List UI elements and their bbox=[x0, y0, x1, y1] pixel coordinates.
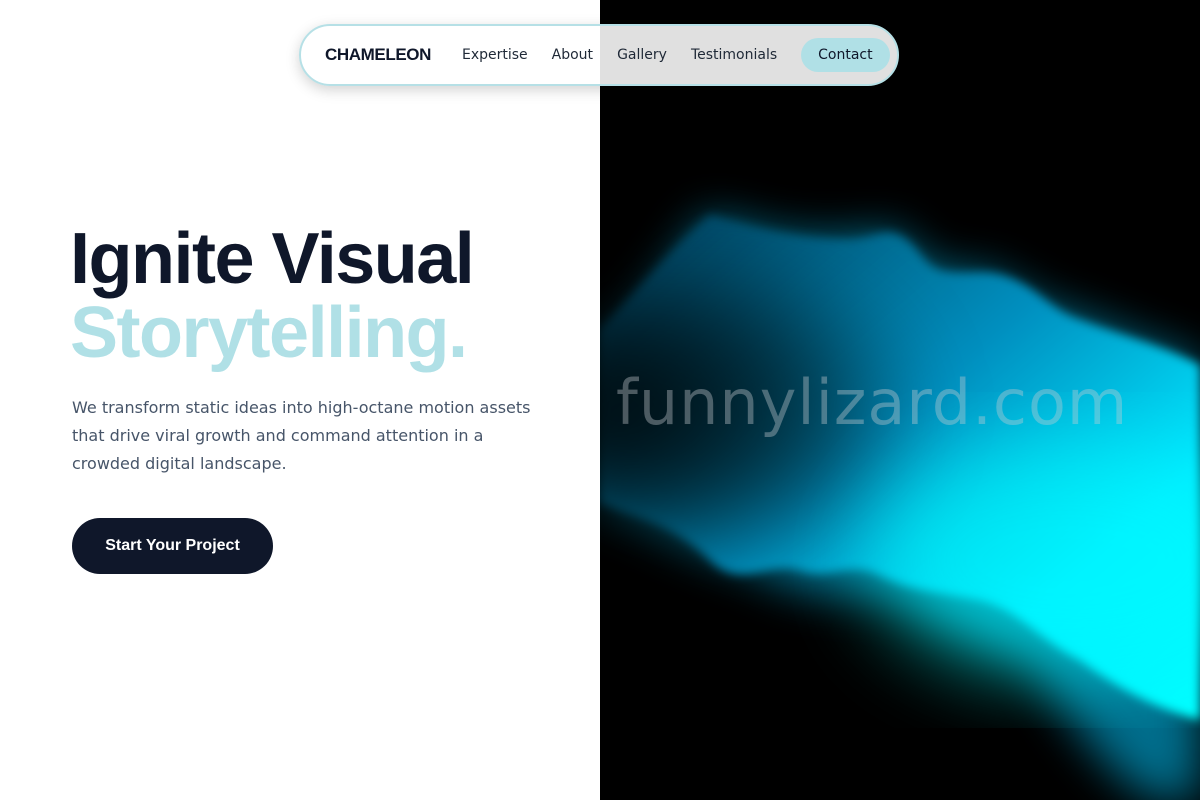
brand-logo[interactable]: CHAMELEON bbox=[325, 45, 431, 65]
nav-link-expertise[interactable]: Expertise bbox=[462, 47, 528, 63]
nav-link-gallery[interactable]: Gallery bbox=[617, 47, 667, 63]
nav-link-testimonials[interactable]: Testimonials bbox=[691, 47, 777, 63]
contact-button[interactable]: Contact bbox=[801, 38, 890, 72]
hero-title: Ignite Visual Storytelling. bbox=[70, 219, 475, 373]
top-nav: CHAMELEON Expertise About Gallery Testim… bbox=[299, 24, 899, 86]
page: Ignite Visual Storytelling. We transform… bbox=[0, 0, 1200, 800]
hero-title-line1: Ignite Visual bbox=[70, 219, 475, 299]
watermark-text: funnylizard.com bbox=[616, 366, 1129, 439]
hero-panel: Ignite Visual Storytelling. We transform… bbox=[0, 0, 600, 800]
hero-description: We transform static ideas into high-octa… bbox=[72, 398, 531, 473]
hero-title-accent: Storytelling. bbox=[70, 293, 468, 373]
start-project-button[interactable]: Start Your Project bbox=[72, 518, 273, 574]
nav-link-about[interactable]: About bbox=[552, 47, 593, 63]
hero-visual: funnylizard.com bbox=[600, 0, 1200, 800]
